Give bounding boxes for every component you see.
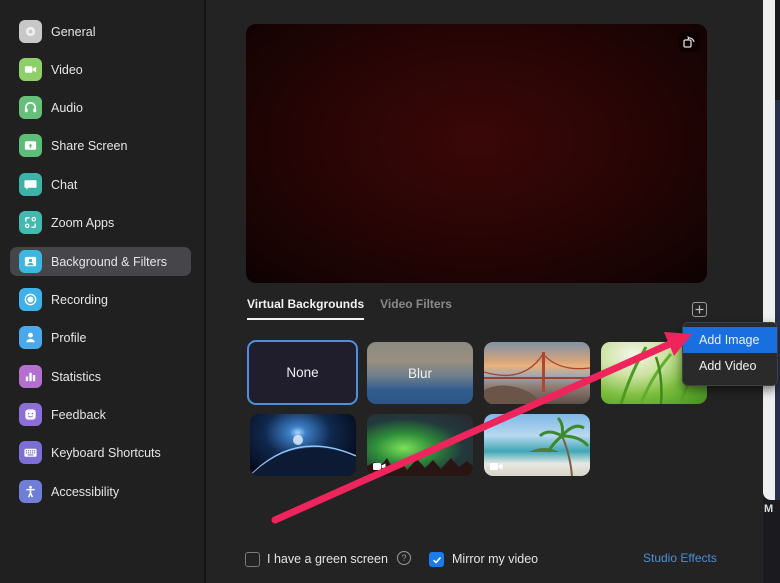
- settings-sidebar: General Video Audio Share Screen Chat Zo…: [0, 0, 206, 583]
- smiley-icon: [19, 403, 42, 426]
- background-aurora[interactable]: [367, 414, 473, 476]
- bridge-image: [484, 352, 590, 404]
- sidebar-item-label: Statistics: [51, 369, 102, 384]
- video-badge-icon: [373, 463, 386, 470]
- sidebar-item-share-screen[interactable]: Share Screen: [10, 131, 191, 160]
- zoom-settings-window: General Video Audio Share Screen Chat Zo…: [0, 0, 780, 583]
- sidebar-item-label: General: [51, 24, 96, 39]
- gear-icon: [19, 20, 42, 43]
- tab-video-filters[interactable]: Video Filters: [380, 297, 452, 320]
- video-badge-icon: [490, 463, 503, 470]
- sidebar-item-background-filters[interactable]: Background & Filters: [10, 247, 191, 276]
- sidebar-item-label: Audio: [51, 100, 83, 115]
- earth-image: [250, 435, 356, 476]
- sidebar-item-audio[interactable]: Audio: [10, 93, 191, 122]
- add-background-menu: Add Image Add Video: [682, 322, 778, 386]
- tab-virtual-backgrounds[interactable]: Virtual Backgrounds: [247, 297, 365, 320]
- apps-icon: [19, 211, 42, 234]
- sidebar-item-feedback[interactable]: Feedback: [10, 400, 191, 429]
- sidebar-item-label: Chat: [51, 177, 78, 192]
- background-earth-from-space[interactable]: [250, 414, 356, 476]
- sidebar-item-label: Profile: [51, 330, 87, 345]
- profile-icon: [19, 326, 42, 349]
- sidebar-item-label: Zoom Apps: [51, 215, 115, 230]
- green-screen-label: I have a green screen: [267, 552, 388, 566]
- add-background-button[interactable]: [692, 302, 707, 317]
- mirror-video-checkbox[interactable]: [429, 552, 444, 567]
- menu-item-add-video[interactable]: Add Video: [683, 353, 777, 379]
- video-camera-icon: [19, 58, 42, 81]
- sidebar-item-statistics[interactable]: Statistics: [10, 362, 191, 391]
- menu-item-add-image[interactable]: Add Image: [683, 327, 777, 353]
- green-screen-checkbox[interactable]: [245, 552, 260, 567]
- rotate-camera-icon: [683, 36, 695, 48]
- background-tabs: Virtual Backgrounds Video Filters: [247, 297, 468, 320]
- sidebar-item-zoom-apps[interactable]: Zoom Apps: [10, 208, 191, 237]
- sidebar-item-profile[interactable]: Profile: [10, 323, 191, 352]
- share-screen-icon: [19, 134, 42, 157]
- sidebar-item-label: Background & Filters: [51, 254, 168, 269]
- background-window-panel: [763, 0, 775, 500]
- sidebar-item-label: Accessibility: [51, 484, 120, 499]
- sidebar-item-video[interactable]: Video: [10, 55, 191, 84]
- rotate-camera-button[interactable]: [679, 32, 699, 52]
- headphones-icon: [19, 96, 42, 119]
- accessibility-icon: [19, 480, 42, 503]
- background-beach[interactable]: [484, 414, 590, 476]
- sidebar-item-label: Video: [51, 62, 83, 77]
- sidebar-item-label: Recording: [51, 292, 108, 307]
- mirror-video-label: Mirror my video: [452, 552, 539, 566]
- bar-chart-icon: [19, 365, 42, 388]
- chat-bubble-icon: [19, 173, 42, 196]
- background-label: None: [286, 365, 319, 380]
- record-icon: [19, 288, 42, 311]
- camera-preview: [246, 24, 707, 283]
- background-person-icon: [19, 250, 42, 273]
- checkmark-icon: [432, 556, 441, 564]
- keyboard-icon: [19, 441, 42, 464]
- sidebar-item-label: Keyboard Shortcuts: [51, 445, 161, 460]
- background-none[interactable]: None: [247, 340, 358, 405]
- background-golden-gate-bridge[interactable]: [484, 342, 590, 404]
- plus-icon: [695, 305, 704, 314]
- sidebar-item-recording[interactable]: Recording: [10, 285, 191, 314]
- sidebar-item-accessibility[interactable]: Accessibility: [10, 477, 191, 506]
- background-window-content: [775, 100, 780, 500]
- background-blur[interactable]: Blur: [367, 342, 473, 404]
- sidebar-item-general[interactable]: General: [10, 17, 191, 46]
- background-window-text: M: [764, 503, 774, 515]
- sidebar-item-chat[interactable]: Chat: [10, 170, 191, 199]
- sidebar-item-keyboard-shortcuts[interactable]: Keyboard Shortcuts: [10, 438, 191, 467]
- background-label: Blur: [407, 365, 432, 381]
- help-icon[interactable]: ?: [397, 551, 411, 565]
- sidebar-item-label: Feedback: [51, 407, 106, 422]
- studio-effects-link[interactable]: Studio Effects: [643, 551, 717, 565]
- sidebar-item-label: Share Screen: [51, 138, 128, 153]
